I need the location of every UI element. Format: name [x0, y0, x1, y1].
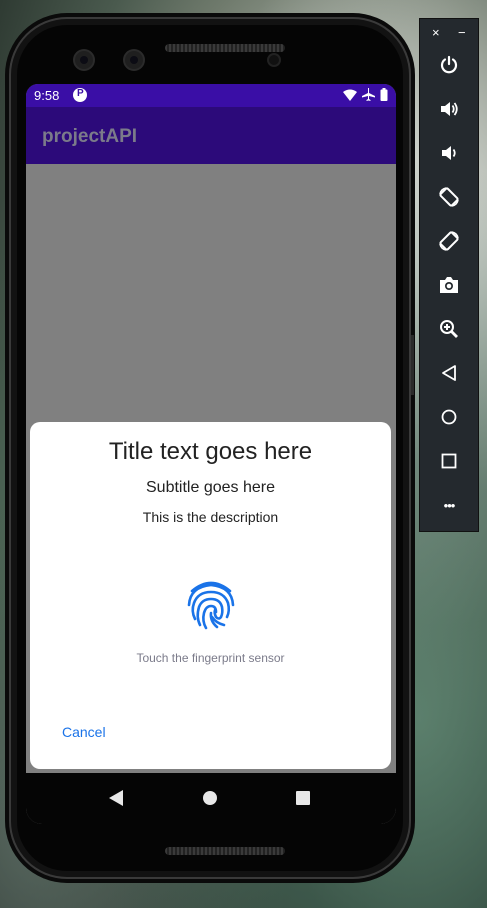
device-screen: 9:58 projectAPI Title text goes here Sub…	[26, 84, 396, 824]
home-button[interactable]	[434, 402, 464, 432]
front-camera-icon	[125, 51, 143, 69]
notification-p-icon	[73, 88, 87, 102]
close-window-button[interactable]: ×	[432, 25, 440, 40]
power-button[interactable]	[434, 50, 464, 80]
camera-icon	[440, 277, 458, 293]
rotate-left-icon	[439, 187, 459, 207]
app-title: projectAPI	[42, 126, 138, 147]
fingerprint-icon	[187, 581, 235, 630]
front-camera-icon	[75, 51, 93, 69]
status-icons	[343, 88, 388, 101]
volume-up-icon	[441, 102, 458, 116]
side-button	[411, 335, 414, 395]
volume-down-button[interactable]	[434, 138, 464, 168]
phone-frame: 9:58 projectAPI Title text goes here Sub…	[9, 17, 414, 879]
dialog-subtitle: Subtitle goes here	[146, 479, 275, 496]
more-button[interactable]: •••	[434, 490, 464, 520]
home-icon	[441, 409, 457, 425]
battery-icon	[380, 88, 388, 101]
proximity-sensor	[269, 55, 279, 65]
dialog-title: Title text goes here	[108, 438, 313, 465]
power-icon	[440, 55, 458, 74]
navigation-bar	[26, 773, 396, 824]
minimize-window-button[interactable]: −	[458, 25, 466, 40]
rotate-right-icon	[439, 231, 459, 251]
volume-down-icon	[442, 146, 456, 160]
back-button[interactable]	[434, 358, 464, 388]
overview-icon	[441, 453, 457, 469]
biometric-prompt-dialog: Title text goes here Subtitle goes here …	[30, 422, 391, 769]
cancel-button[interactable]: Cancel	[62, 724, 106, 740]
emulator-toolbar: × − •••	[420, 19, 478, 531]
volume-up-button[interactable]	[434, 94, 464, 124]
dialog-description: This is the description	[142, 509, 279, 525]
zoom-button[interactable]	[434, 314, 464, 344]
fingerprint-hint: Touch the fingerprint sensor	[136, 651, 285, 665]
zoom-icon	[440, 320, 458, 338]
overview-button[interactable]	[434, 446, 464, 476]
screenshot-button[interactable]	[434, 270, 464, 300]
overview-icon[interactable]	[295, 789, 311, 807]
status-time: 9:58	[34, 88, 60, 103]
bottom-speaker	[165, 847, 285, 855]
home-icon[interactable]	[202, 789, 218, 807]
back-icon	[442, 365, 456, 381]
app-bar: projectAPI	[26, 107, 396, 164]
back-icon[interactable]	[108, 789, 124, 807]
wifi-icon	[343, 89, 357, 101]
rotate-right-button[interactable]	[434, 226, 464, 256]
status-bar: 9:58	[26, 84, 396, 107]
rotate-left-button[interactable]	[434, 182, 464, 212]
airplane-icon	[362, 88, 375, 101]
earpiece-speaker	[165, 44, 285, 52]
